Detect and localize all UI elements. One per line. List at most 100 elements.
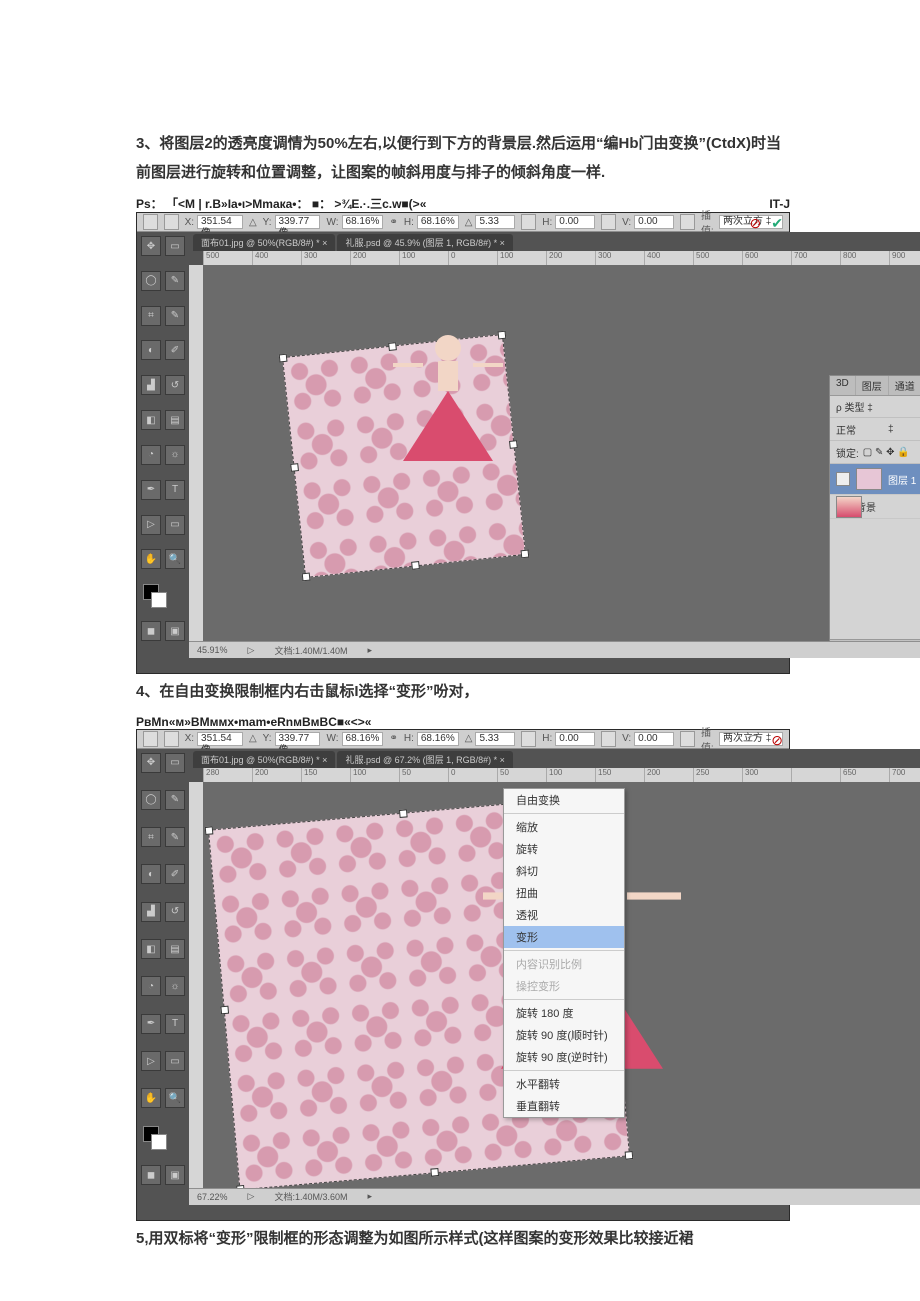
menu-item[interactable]: 自由变换	[504, 789, 624, 811]
panel-tab-3d[interactable]: 3D	[830, 376, 856, 395]
pen-tool-icon[interactable]: ✒	[141, 480, 161, 500]
layer-row-1[interactable]: 图层 1	[830, 464, 920, 495]
angle-field[interactable]: 5.33	[475, 732, 515, 746]
menu-item[interactable]: 缩放	[504, 816, 624, 838]
panel-tab-channels[interactable]: 通道	[889, 376, 920, 395]
menu-item[interactable]: 变形	[504, 926, 624, 948]
type-tool-icon[interactable]: T	[165, 480, 185, 500]
history-brush-icon[interactable]: ↺	[165, 902, 185, 922]
screenmode-icon[interactable]: ▣	[165, 621, 185, 641]
path-tool-icon[interactable]: ▷	[141, 515, 161, 535]
w-field[interactable]: 68.16%	[342, 732, 384, 746]
canvas[interactable]: 3D 图层 通道 路径 ≡ ρ 类型 ‡ ▢ ◐ T ▢ ▣	[203, 265, 920, 641]
y-field[interactable]: 339.77 像	[275, 732, 321, 746]
eraser-tool-icon[interactable]: ◧	[141, 939, 161, 959]
blur-tool-icon[interactable]: ◔	[141, 445, 161, 465]
h-field[interactable]: 68.16%	[417, 215, 459, 229]
menu-item[interactable]: 旋转	[504, 838, 624, 860]
gradient-tool-icon[interactable]: ▤	[165, 939, 185, 959]
x-field[interactable]: 351.54 像	[197, 215, 243, 229]
quickmask-icon[interactable]: ◼	[141, 621, 161, 641]
blend-mode-select[interactable]: 正常	[836, 422, 884, 437]
zoom-tool-icon[interactable]: 🔍	[165, 1088, 185, 1108]
menu-separator	[504, 950, 624, 951]
doc-size-readout: 文档:1.40M/1.40M	[274, 644, 347, 657]
heal-tool-icon[interactable]: ◐	[141, 864, 161, 884]
pen-tool-icon[interactable]: ✒	[141, 1014, 161, 1034]
brush-tool-icon[interactable]: ✐	[165, 864, 185, 884]
dodge-tool-icon[interactable]: ☼	[165, 976, 185, 996]
lasso-tool-icon[interactable]: ◯	[141, 790, 161, 810]
ruler-tick: 700	[889, 768, 920, 782]
color-swatch[interactable]	[141, 1126, 185, 1148]
hskew-field[interactable]: 0.00	[555, 215, 595, 229]
menu-item[interactable]: 旋转 90 度(逆时针)	[504, 1046, 624, 1068]
ps-option-bar: X:351.54 像 △ Y:339.77 像 W:68.16% ⚭ H:68.…	[137, 730, 789, 749]
menu-item[interactable]: 垂直翻转	[504, 1095, 624, 1117]
angle-field[interactable]: 5.33	[475, 215, 515, 229]
x-field[interactable]: 351.54 像	[197, 732, 243, 746]
ruler-tick: 500	[693, 251, 742, 265]
canvas[interactable]: 自由变换缩放旋转斜切扭曲透视变形内容识别比例操控变形旋转 180 度旋转 90 …	[203, 782, 920, 1188]
artboard-tool-icon[interactable]: ▭	[165, 236, 185, 256]
color-swatch[interactable]	[141, 584, 185, 606]
warp-icon[interactable]	[680, 214, 695, 230]
heal-tool-icon[interactable]: ◐	[141, 340, 161, 360]
blur-tool-icon[interactable]: ◔	[141, 976, 161, 996]
move-tool-icon[interactable]: ✥	[141, 236, 161, 256]
y-field[interactable]: 339.77 像	[275, 215, 321, 229]
vskew-field[interactable]: 0.00	[634, 215, 674, 229]
zoom-tool-icon[interactable]: 🔍	[165, 549, 185, 569]
h-field[interactable]: 68.16%	[417, 732, 459, 746]
history-brush-icon[interactable]: ↺	[165, 375, 185, 395]
transform-context-menu[interactable]: 自由变换缩放旋转斜切扭曲透视变形内容识别比例操控变形旋转 180 度旋转 90 …	[503, 788, 625, 1118]
vskew-field[interactable]: 0.00	[634, 732, 674, 746]
hand-tool-icon[interactable]: ✋	[141, 549, 161, 569]
quickmask-icon[interactable]: ◼	[141, 1165, 161, 1185]
menu-item[interactable]: 扭曲	[504, 882, 624, 904]
doc-tab-1[interactable]: 面布01.jpg @ 50%(RGB/8#) * ×	[193, 234, 335, 251]
layers-panel[interactable]: 3D 图层 通道 路径 ≡ ρ 类型 ‡ ▢ ◐ T ▢ ▣	[829, 375, 920, 641]
w-field[interactable]: 68.16%	[342, 215, 384, 229]
doc-tab-2[interactable]: 礼服.psd @ 45.9% (图层 1, RGB/8#) * ×	[337, 234, 512, 251]
wand-tool-icon[interactable]: ✎	[165, 790, 185, 810]
eyedrop-tool-icon[interactable]: ✎	[165, 306, 185, 326]
ps-option-bar: X:351.54 像 △ Y:339.77 像 W:68.16% ⚭ H:68.…	[137, 213, 789, 232]
menu-item[interactable]: 斜切	[504, 860, 624, 882]
crop-tool-icon[interactable]: ⌗	[141, 306, 161, 326]
gradient-tool-icon[interactable]: ▤	[165, 410, 185, 430]
stamp-tool-icon[interactable]: ▟	[141, 375, 161, 395]
lasso-tool-icon[interactable]: ◯	[141, 271, 161, 291]
menu-item[interactable]: 旋转 90 度(顺时针)	[504, 1024, 624, 1046]
menu-item[interactable]: 透视	[504, 904, 624, 926]
crop-tool-icon[interactable]: ⌗	[141, 827, 161, 847]
dodge-tool-icon[interactable]: ☼	[165, 445, 185, 465]
artboard-tool-icon[interactable]: ▭	[165, 753, 185, 773]
path-tool-icon[interactable]: ▷	[141, 1051, 161, 1071]
ruler-horizontal: 2802001501005005010015020025030065070075…	[203, 768, 920, 782]
screenmode-icon[interactable]: ▣	[165, 1165, 185, 1185]
type-tool-icon[interactable]: T	[165, 1014, 185, 1034]
wand-tool-icon[interactable]: ✎	[165, 271, 185, 291]
ruler-tick: 200	[350, 251, 399, 265]
menu-item[interactable]: 旋转 180 度	[504, 1002, 624, 1024]
warp-icon[interactable]	[680, 731, 695, 747]
visibility-icon[interactable]	[836, 472, 850, 486]
panel-tab-layers[interactable]: 图层	[856, 376, 889, 395]
menu-separator	[504, 1070, 624, 1071]
doc-tab-1[interactable]: 面布01.jpg @ 50%(RGB/8#) * ×	[193, 751, 335, 768]
eyedrop-tool-icon[interactable]: ✎	[165, 827, 185, 847]
hand-tool-icon[interactable]: ✋	[141, 1088, 161, 1108]
eraser-tool-icon[interactable]: ◧	[141, 410, 161, 430]
ps-toolbox: ✥ ▭ ◯ ✎ ⌗ ✎ ◐ ✐ ▟ ↺ ◧ ▤ ◔ ☼ ✒ T ▷ ▭ ✋ 🔍	[137, 749, 189, 1203]
layer-row-bg[interactable]: 背景 🔒	[830, 495, 920, 519]
ruler-tick: 700	[791, 251, 840, 265]
stamp-tool-icon[interactable]: ▟	[141, 902, 161, 922]
shape-tool-icon[interactable]: ▭	[165, 515, 185, 535]
brush-tool-icon[interactable]: ✐	[165, 340, 185, 360]
shape-tool-icon[interactable]: ▭	[165, 1051, 185, 1071]
menu-item[interactable]: 水平翻转	[504, 1073, 624, 1095]
hskew-field[interactable]: 0.00	[555, 732, 595, 746]
move-tool-icon[interactable]: ✥	[141, 753, 161, 773]
doc-tab-2[interactable]: 礼服.psd @ 67.2% (图层 1, RGB/8#) * ×	[337, 751, 512, 768]
